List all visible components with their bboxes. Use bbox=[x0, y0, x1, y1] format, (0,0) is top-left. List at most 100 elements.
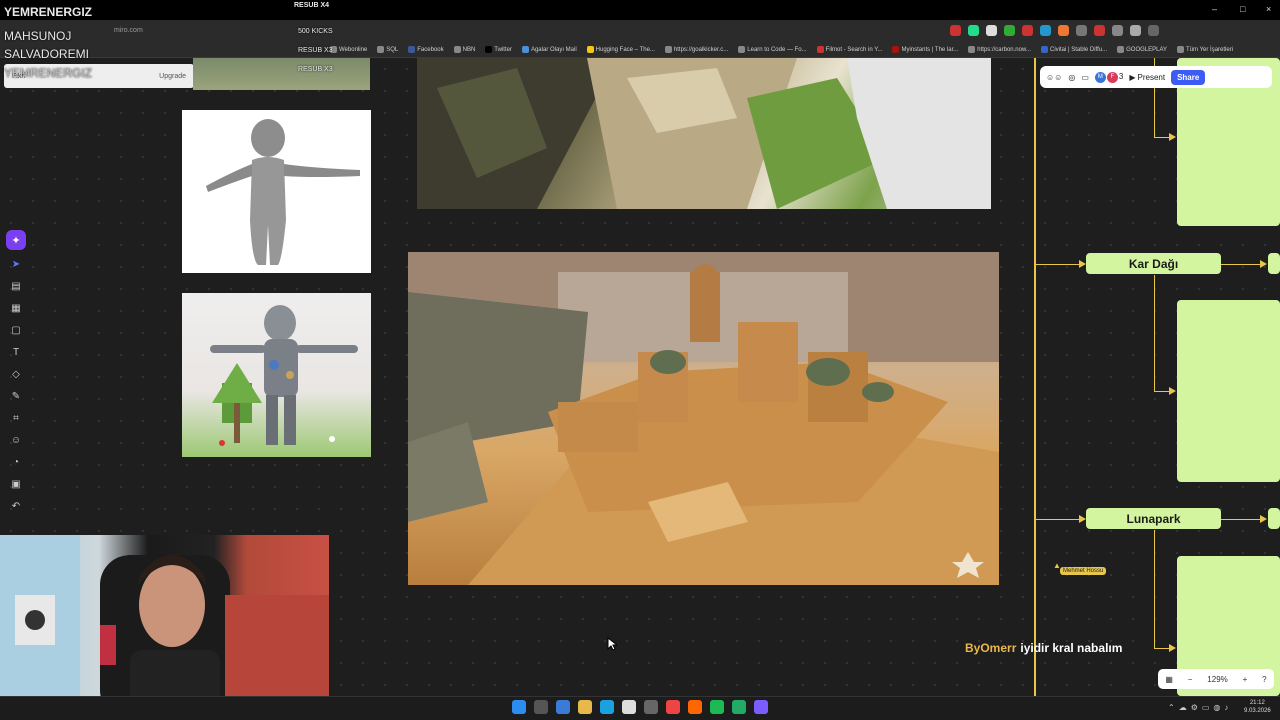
image-desert-city[interactable] bbox=[408, 252, 999, 585]
flow-connector bbox=[1036, 519, 1082, 520]
close-window-button[interactable]: × bbox=[1266, 4, 1271, 14]
minimize-button[interactable]: – bbox=[1212, 4, 1217, 14]
stamp-icon[interactable]: ☺ bbox=[7, 432, 25, 448]
profile-icon[interactable] bbox=[1148, 25, 1159, 36]
edge-icon[interactable] bbox=[600, 700, 614, 714]
collaborator-count: 3 bbox=[1118, 71, 1124, 81]
frame-icon[interactable]: ⌗ bbox=[7, 410, 25, 426]
bookmark-icon bbox=[892, 46, 900, 53]
share-button[interactable]: Share bbox=[1171, 69, 1206, 85]
bookmark-label: NBN bbox=[462, 46, 476, 53]
maximize-button[interactable]: □ bbox=[1240, 4, 1245, 14]
task-view-icon[interactable] bbox=[534, 700, 548, 714]
extension-icon[interactable] bbox=[1040, 25, 1051, 36]
reactions-icon[interactable]: ☺☺ bbox=[1046, 73, 1062, 82]
present-label: Present bbox=[1137, 72, 1166, 82]
image-scene-top[interactable] bbox=[193, 58, 370, 90]
zoom-out-button[interactable]: − bbox=[1188, 675, 1193, 684]
bookmark[interactable]: Civitai | Stable Diffu... bbox=[1040, 46, 1107, 53]
image-lizard-character[interactable] bbox=[182, 293, 371, 457]
bookmark[interactable]: Agalar Olayı Mail bbox=[521, 46, 577, 53]
bookmark[interactable]: GOOGLEPLAY bbox=[1117, 46, 1167, 53]
flow-panel[interactable] bbox=[1268, 253, 1280, 274]
comment-icon[interactable]: ◔ bbox=[7, 454, 25, 470]
extension-icon[interactable] bbox=[1004, 25, 1015, 36]
grid-toggle-icon[interactable]: ▦ bbox=[1165, 675, 1173, 684]
bookmark-icon bbox=[408, 46, 416, 53]
extension-icon[interactable] bbox=[968, 25, 979, 36]
bookmark[interactable]: https://carbon.now... bbox=[968, 46, 1031, 53]
present-button[interactable]: ▶ Present bbox=[1129, 73, 1165, 82]
flow-panel[interactable] bbox=[1177, 300, 1280, 482]
select-cursor-icon[interactable]: ➤ bbox=[7, 256, 25, 272]
settings-icon[interactable] bbox=[644, 700, 658, 714]
text-tool-icon[interactable]: T bbox=[7, 344, 25, 360]
video-call-icon[interactable]: ▭ bbox=[1081, 73, 1089, 82]
flow-node-kar-dagi[interactable]: Kar Dağı bbox=[1086, 253, 1221, 274]
bookmark[interactable]: Hugging Face – The... bbox=[586, 46, 655, 53]
image-mannequin[interactable] bbox=[182, 110, 371, 273]
more-apps-icon[interactable]: ▣ bbox=[7, 476, 25, 492]
flow-panel[interactable] bbox=[1268, 508, 1280, 529]
flow-connector-vertical bbox=[1034, 58, 1036, 696]
comments-icon[interactable]: ◎ bbox=[1068, 73, 1075, 82]
chrome-icon[interactable] bbox=[666, 700, 680, 714]
bookmark[interactable]: Tüm Yer İşaretleri bbox=[1177, 46, 1233, 53]
chat-text: iyidir kral nabalım bbox=[1020, 641, 1123, 655]
flow-node-lunapark[interactable]: Lunapark bbox=[1086, 508, 1221, 529]
overlay-alert: RESUB X4 bbox=[294, 2, 330, 9]
arrow-icon bbox=[1169, 644, 1176, 652]
streamer-illustration bbox=[0, 535, 329, 720]
bookmark[interactable]: Twitter bbox=[485, 46, 512, 53]
help-icon[interactable]: ? bbox=[1262, 675, 1266, 684]
extension-icon[interactable] bbox=[1058, 25, 1069, 36]
windows-start-icon[interactable] bbox=[512, 700, 526, 714]
copilot-icon[interactable] bbox=[556, 700, 570, 714]
bookmark[interactable]: NBN bbox=[453, 46, 476, 53]
overlay-alert: 500 KICKS bbox=[298, 28, 333, 35]
templates-icon[interactable]: ▤ bbox=[7, 278, 25, 294]
zoom-level[interactable]: 129% bbox=[1207, 675, 1227, 684]
bookmark-label: Facebook bbox=[417, 46, 444, 53]
app-icon[interactable] bbox=[710, 700, 724, 714]
extension-icon[interactable] bbox=[1022, 25, 1033, 36]
top-right-toolbar: ☺☺ ◎ ▭ M F 3 ▶ Present Share bbox=[1040, 66, 1272, 88]
sticky-note-icon[interactable]: ▢ bbox=[7, 322, 25, 338]
bookmark[interactable]: Learn to Code — Fo... bbox=[738, 46, 807, 53]
system-tray[interactable]: ⌃☁⚙▭◍♪ bbox=[1168, 703, 1232, 712]
extension-icon[interactable] bbox=[950, 25, 961, 36]
file-explorer-icon[interactable] bbox=[578, 700, 592, 714]
address-bar[interactable]: miro.com bbox=[114, 27, 143, 34]
firefox-icon[interactable] bbox=[688, 700, 702, 714]
ai-sparkle-icon[interactable]: ✦ bbox=[6, 230, 26, 250]
overlay-alert: RESUB X3 bbox=[298, 47, 333, 54]
flow-connector bbox=[1036, 264, 1082, 265]
upgrade-button[interactable]: Upgrade bbox=[159, 73, 186, 80]
bookmark[interactable]: Myinstants | The lar... bbox=[892, 46, 958, 53]
bookmark-label: https://carbon.now... bbox=[977, 46, 1031, 53]
table-icon[interactable]: ▦ bbox=[7, 300, 25, 316]
shapes-icon[interactable]: ◇ bbox=[7, 366, 25, 382]
store-icon[interactable] bbox=[622, 700, 636, 714]
bookmark[interactable]: Filmot - Search in Y... bbox=[816, 46, 882, 53]
download-icon[interactable] bbox=[1130, 25, 1141, 36]
discord-icon[interactable] bbox=[754, 700, 768, 714]
bookmark[interactable]: SQL bbox=[377, 46, 398, 53]
extension-icon[interactable] bbox=[1112, 25, 1123, 36]
extension-icon[interactable] bbox=[1094, 25, 1105, 36]
undo-icon[interactable]: ↶ bbox=[7, 498, 25, 514]
taskbar-clock[interactable]: 21:12 9.03.2026 bbox=[1244, 699, 1271, 715]
bookmark[interactable]: Webonline bbox=[330, 46, 367, 53]
collaborators[interactable]: M F 3 bbox=[1094, 71, 1124, 83]
clock-time: 21:12 bbox=[1249, 700, 1265, 706]
zoom-controls: ▦ − 129% + ? bbox=[1158, 669, 1274, 689]
pen-icon[interactable]: ✎ bbox=[7, 388, 25, 404]
arrow-icon bbox=[1079, 515, 1086, 523]
zoom-in-button[interactable]: + bbox=[1243, 675, 1248, 684]
bookmark[interactable]: https://goalkicker.c... bbox=[664, 46, 728, 53]
bookmark[interactable]: Facebook bbox=[408, 46, 444, 53]
app-icon[interactable] bbox=[732, 700, 746, 714]
image-aerial-scene[interactable] bbox=[417, 58, 991, 209]
extension-icon[interactable] bbox=[1076, 25, 1087, 36]
extension-icon[interactable] bbox=[986, 25, 997, 36]
